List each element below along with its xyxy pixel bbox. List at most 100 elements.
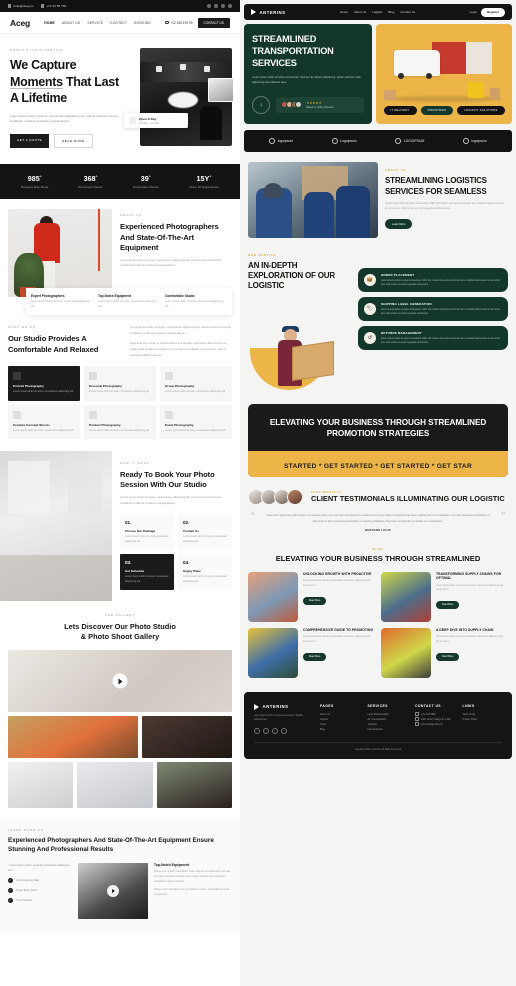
footer-link[interactable]: Internal Retail — [368, 727, 408, 732]
blog-card[interactable]: TRANSFORMING SUPPLY CHAINS FOR OPTIMAL L… — [381, 571, 508, 622]
explore-card-order-placement[interactable]: 📦 ORDER PLACEMENT Lorem ipsum dolor sit … — [358, 267, 508, 292]
hero-right-panel: IT DELIVERY INDUSTRIES LOGISTIC SOLUTION… — [376, 24, 512, 124]
partner-logo-text: logoipsum — [277, 138, 294, 143]
topbar-phone[interactable]: +12 34 56 789 — [40, 4, 66, 8]
nav-item-logistic[interactable]: Logistic — [372, 10, 382, 14]
nav-item-blog[interactable]: Blog — [388, 10, 394, 14]
blog-card[interactable]: UNLOCKING GROWTH WITH PROACTIVE Lorem ip… — [248, 571, 375, 622]
about-title: Experienced Photographers And State-Of-T… — [120, 222, 219, 252]
blog-card[interactable]: A DEEP DIVE INTO SUPPLY CHAIN Lorem ipsu… — [381, 627, 508, 678]
play-button-icon[interactable] — [107, 885, 119, 898]
streamlining-paragraph: Lorem ipsum dolor sit amet consectetur. … — [385, 202, 505, 210]
pill-industries[interactable]: INDUSTRIES — [420, 106, 454, 115]
check-label: Great Team Work — [16, 889, 37, 893]
nav-item-contact-us[interactable]: Contact Us — [400, 10, 415, 14]
nav-item-about-us[interactable]: About Us — [354, 10, 366, 14]
partner-logos-strip: logoipsum Logoipsum LOGOIPSUM logoipsum — [244, 129, 512, 152]
pill-it-delivery[interactable]: IT DELIVERY — [383, 106, 417, 115]
left-topbar: hello@aceg.co +12 34 56 789 — [0, 0, 240, 12]
explore-card-returns[interactable]: ↺ RETURNS MANAGEMENT Lorem ipsum dolor s… — [358, 326, 508, 351]
nav-item-contact[interactable]: CONTACT — [110, 21, 127, 25]
nav-phone[interactable]: +12 345 678 99 — [165, 21, 193, 25]
event-icon — [165, 410, 173, 419]
hero-info-card[interactable]: Open A Day Comfort - Country — [124, 113, 188, 128]
learn-more-button[interactable]: Learn More — [385, 219, 413, 230]
gallery-image-4[interactable] — [77, 762, 153, 809]
stat-label: Years Of Experience — [188, 185, 219, 190]
footer-pages-column: PAGES About Us Logistic Home Blog — [320, 704, 360, 734]
blog-read-more-button[interactable]: Read More — [436, 652, 460, 661]
twitter-icon[interactable] — [214, 4, 218, 8]
left-navbar: Aceg HOME ABOUT US SERVICE CONTACT BOOKI… — [0, 12, 240, 34]
instagram-icon[interactable] — [221, 4, 225, 8]
nav-item-home[interactable]: Home — [340, 10, 348, 14]
site-logo[interactable]: Aceg — [10, 18, 30, 28]
blog-read-more-button[interactable]: Read More — [436, 601, 460, 610]
hero-paragraph: Lorem ipsum dolor sit amet consectetur. … — [252, 75, 361, 84]
blog-read-more-button[interactable]: Read More — [303, 652, 327, 661]
facebook-icon[interactable] — [207, 4, 211, 8]
blog-card[interactable]: COMPREHENSIVE GUIDE TO PROMOTING Lorem i… — [248, 627, 375, 678]
explore-illustration — [248, 298, 352, 390]
hero-truck-illustration — [382, 36, 506, 102]
nav-item-about[interactable]: ABOUT US — [62, 21, 80, 25]
gallery-image-5[interactable] — [156, 762, 232, 809]
play-button-icon[interactable] — [112, 673, 128, 689]
instagram-icon[interactable] — [272, 728, 278, 735]
hero-floating-image — [208, 78, 234, 102]
asterisk-icon: ✻ — [258, 449, 265, 459]
service-title: Product Photography — [89, 422, 121, 427]
label-icon: 🏷 — [364, 302, 376, 315]
footer-link[interactable]: Privacy Policy — [463, 717, 503, 722]
nav-item-home[interactable]: HOME — [44, 21, 55, 25]
hero-title-line3: A Lifetime — [10, 91, 67, 105]
gallery-video[interactable] — [8, 650, 232, 713]
service-card-portrait[interactable]: Portrait Photography Lorem ipsum dolor s… — [8, 366, 80, 401]
read-more-button[interactable]: READ MORE — [54, 133, 93, 148]
login-link[interactable]: Login — [470, 10, 477, 14]
streamlining-section: ABOUT US STREAMLINING LOGISTICS SERVICES… — [240, 152, 516, 248]
footer-logo[interactable]: ANTERINS — [254, 703, 312, 710]
service-title: Creative Concept Shoots — [13, 422, 50, 427]
learn-more-video[interactable] — [78, 863, 148, 920]
play-mark-icon — [251, 9, 257, 15]
footer-contact-email[interactable]: anterins@gmail.com — [415, 722, 455, 727]
marquee-text: STARTED * GET STARTED * GET STARTED * GE… — [283, 463, 473, 471]
pill-logistic-solutions[interactable]: LOGISTIC SOLUTIONS — [457, 106, 505, 115]
step-title: Contact Us — [183, 529, 199, 534]
gallery-section: OUR GALLERY Lets Discover Our Photo Stud… — [0, 601, 240, 818]
service-card-personal[interactable]: Personal Photography Lorem ipsum dolor s… — [84, 366, 156, 401]
topbar-email[interactable]: hello@aceg.co — [8, 4, 34, 8]
stat-sup: + — [39, 174, 42, 179]
facebook-icon[interactable] — [254, 728, 260, 735]
services-title: Our Studio Provides A Comfortable And Re… — [8, 334, 99, 354]
twitter-icon[interactable] — [263, 728, 269, 735]
anterins-logo[interactable]: ANTERINS — [251, 9, 285, 15]
service-card-product[interactable]: Product Photography Lorem ipsum dolor si… — [84, 404, 156, 440]
gallery-image-3[interactable] — [8, 762, 74, 809]
about-eyebrow: ABOUT US — [120, 213, 142, 218]
nav-item-booking[interactable]: BOOKING — [134, 21, 151, 25]
gallery-image-2[interactable] — [142, 716, 232, 759]
service-desc: Lorem ipsum dolor sit amet, consectetur … — [13, 390, 74, 394]
linkedin-icon[interactable] — [281, 728, 287, 735]
social-links — [207, 4, 232, 8]
check-icon — [8, 898, 13, 904]
service-card-event[interactable]: Event Photography Lorem ipsum dolor sit … — [160, 404, 232, 440]
service-card-group[interactable]: Group Photography Lorem ipsum dolor sit … — [160, 366, 232, 401]
get-started-marquee: STARTED * GET STARTED * GET STARTED * GE… — [248, 451, 508, 478]
gallery-image-1[interactable] — [8, 716, 139, 759]
service-card-concept[interactable]: Creative Concept Shoots Lorem ipsum dolo… — [8, 404, 80, 440]
nav-item-service[interactable]: SERVICE — [87, 21, 103, 25]
get-a-quote-button[interactable]: GET A QUOTE — [10, 133, 50, 148]
gallery-title: Lets Discover Our Photo Studio & Photo S… — [8, 622, 232, 642]
blog-read-more-button[interactable]: Read More — [303, 596, 327, 605]
blog-section: BLOG ELEVATING YOUR BUSINESS THROUGH STR… — [240, 538, 516, 688]
learn-more-title: Experienced Photographers And State-Of-T… — [8, 837, 214, 854]
register-button[interactable]: Register — [480, 7, 505, 17]
explore-card-shipping-label[interactable]: 🏷 SHIPPING LABEL GENERATION Lorem ipsum … — [358, 296, 508, 322]
linkedin-icon[interactable] — [228, 4, 232, 8]
contact-us-button[interactable]: CONTACT US — [197, 17, 230, 28]
footer-link[interactable]: Blog — [320, 727, 360, 732]
scroll-down-button[interactable]: ↓ — [252, 95, 270, 114]
